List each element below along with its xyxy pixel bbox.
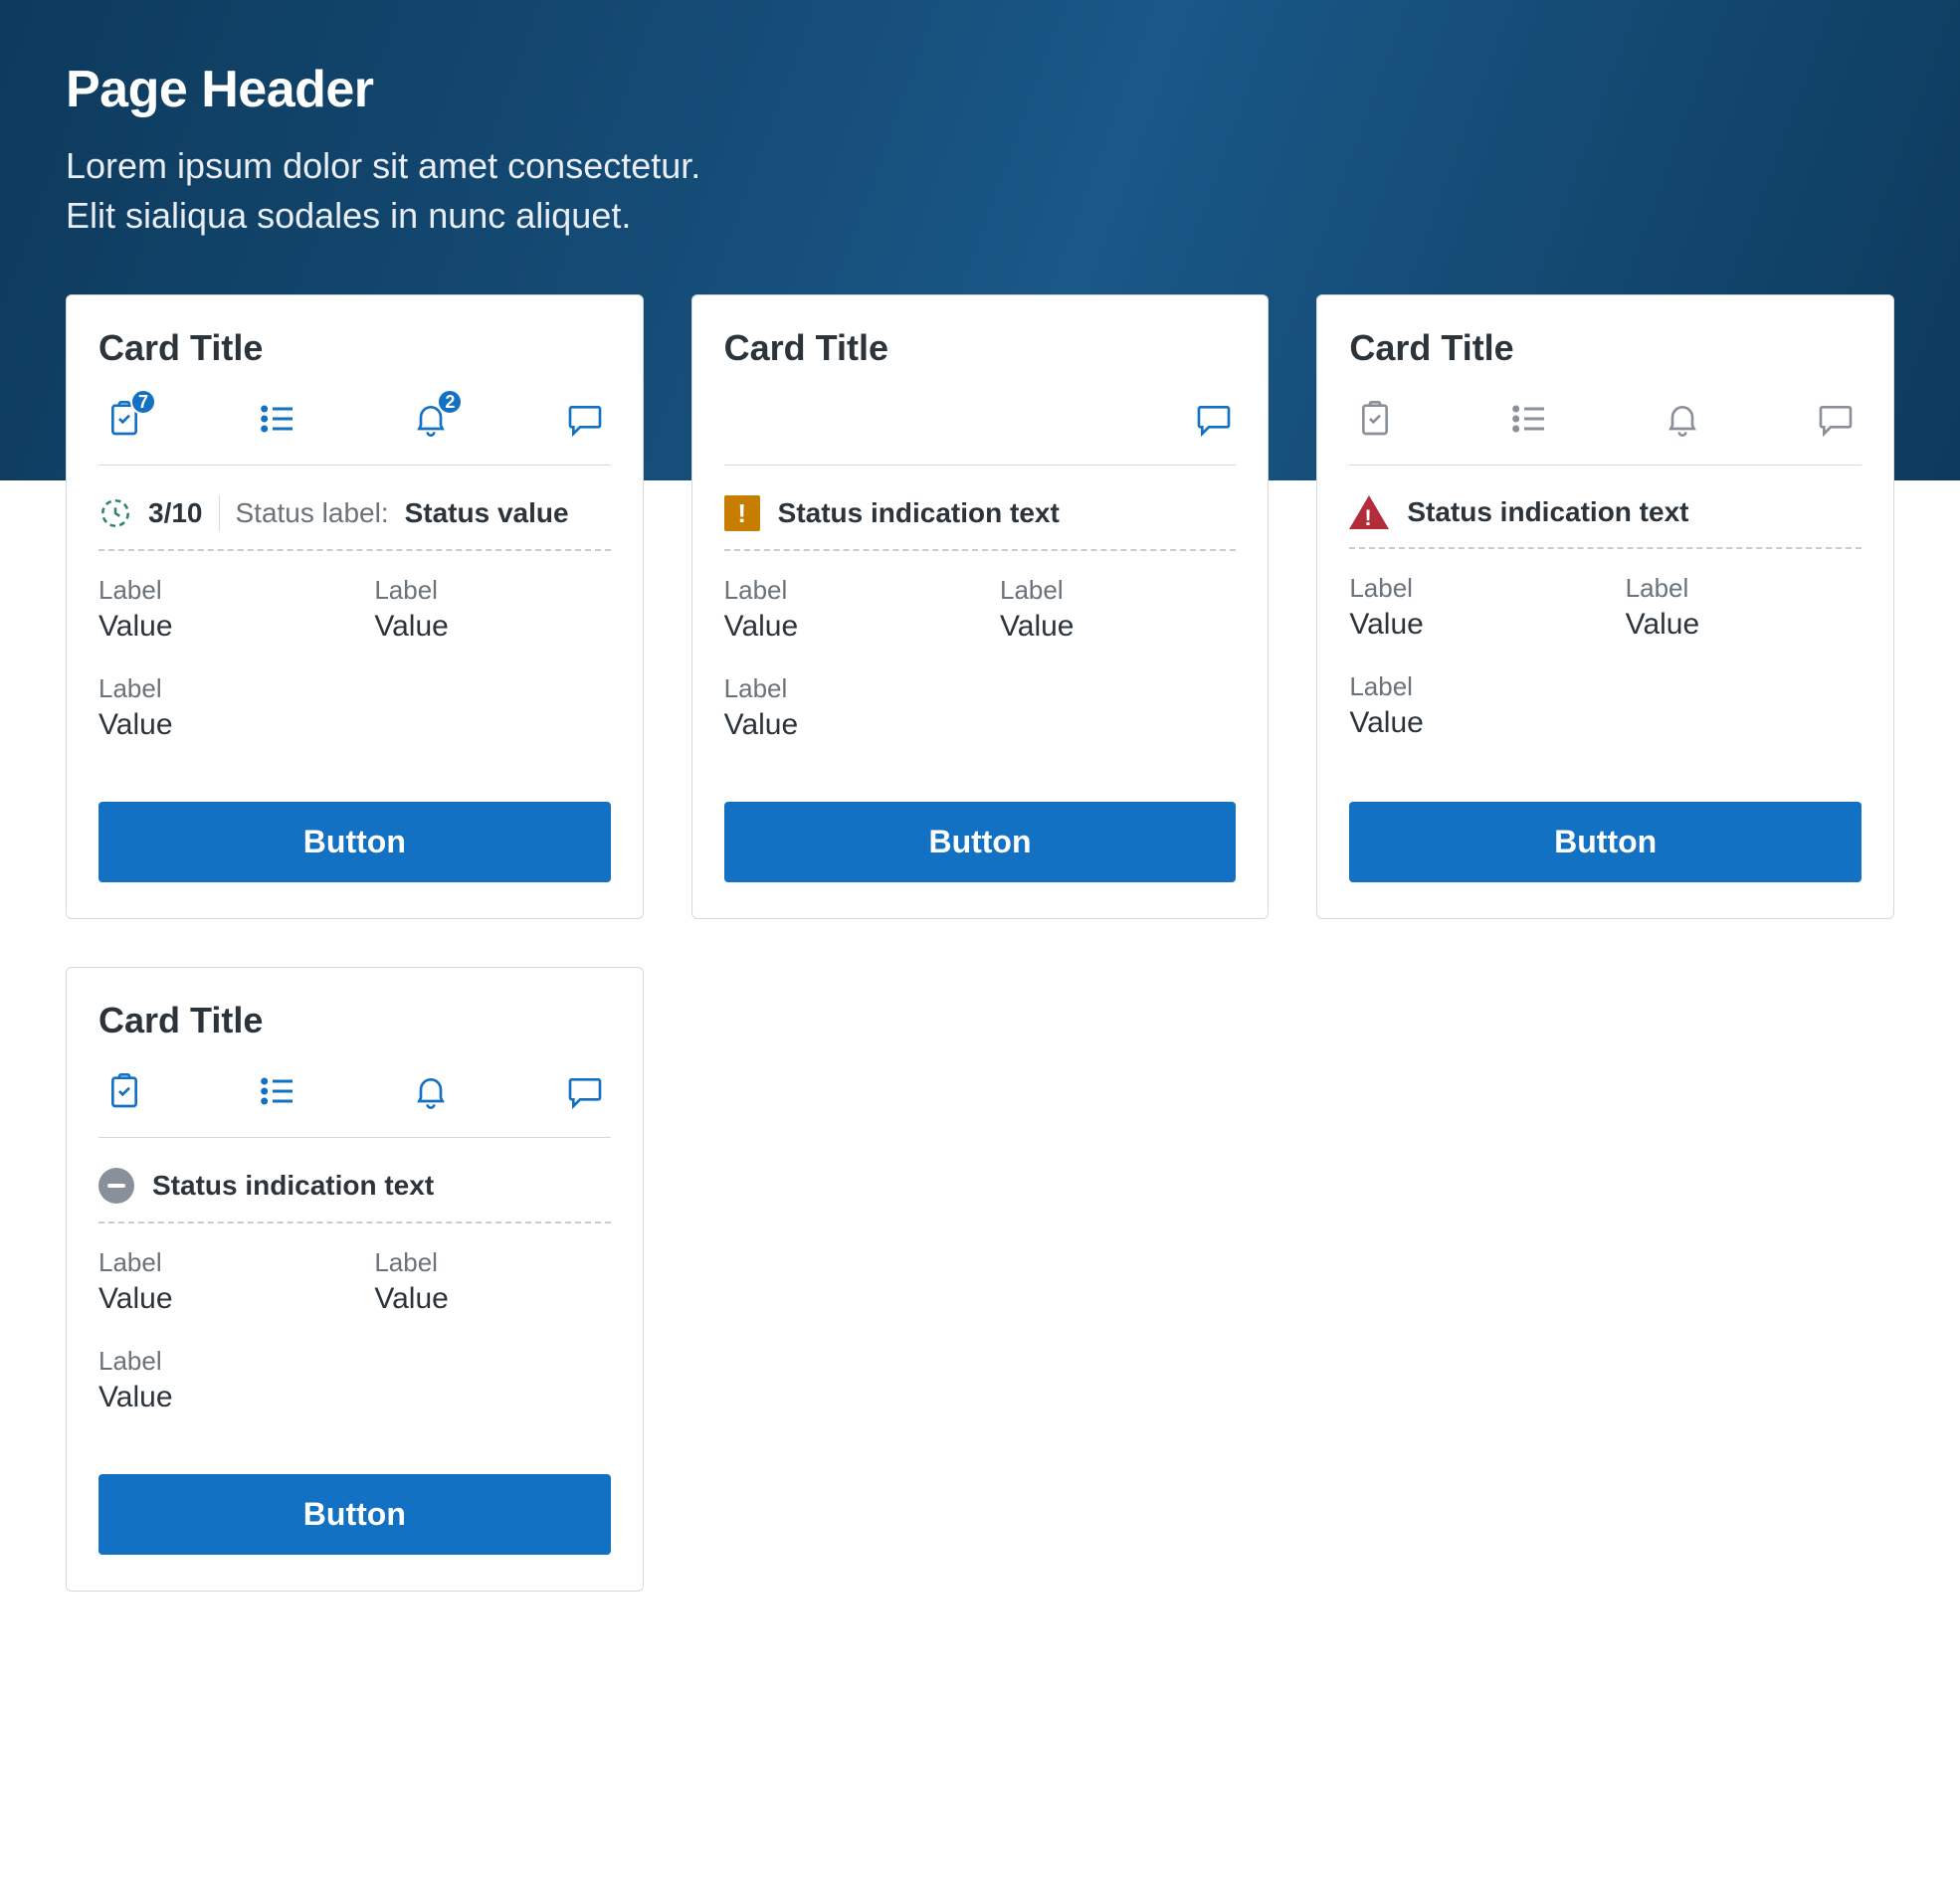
divider (1349, 465, 1862, 466)
card-action-button[interactable]: Button (1349, 802, 1862, 882)
card: Card Title 7 2 3/10 (66, 294, 644, 919)
bell-icon[interactable] (1661, 397, 1704, 441)
card-action-button[interactable]: Button (724, 802, 1237, 882)
card-title: Card Title (98, 327, 611, 369)
field-label: Label (98, 575, 334, 606)
page-title: Page Header (66, 60, 1894, 119)
progress-icon (98, 496, 132, 530)
field-label: Label (1000, 575, 1236, 606)
divider (98, 465, 611, 466)
list-icon[interactable] (1507, 397, 1551, 441)
card: Card Title Status indicati (1316, 294, 1894, 919)
error-icon (1349, 495, 1389, 529)
field-value: Value (1349, 608, 1585, 642)
card-title: Card Title (1349, 327, 1862, 369)
card-icon-row (1349, 397, 1862, 441)
cards-grid: Card Title 7 2 3/10 (66, 294, 1894, 1592)
neutral-icon (98, 1168, 134, 1204)
field-label: Label (374, 575, 610, 606)
field-value: Value (1000, 610, 1236, 644)
page-hero: Page Header Lorem ipsum dolor sit amet c… (0, 0, 1960, 480)
status-row: Status indication text (1349, 483, 1862, 549)
field-label: Label (98, 1346, 334, 1377)
clipboard-badge: 7 (130, 389, 156, 415)
status-text: Status indication text (778, 497, 1060, 529)
field-value: Value (374, 610, 610, 644)
field: Label Value (1626, 573, 1862, 642)
field-label: Label (98, 1247, 334, 1278)
bell-badge: 2 (437, 389, 463, 415)
field-value: Value (98, 610, 334, 644)
card-action-button[interactable]: Button (98, 1474, 611, 1555)
status-text: Status indication text (152, 1170, 434, 1202)
warning-icon: ! (724, 495, 760, 531)
divider (98, 1137, 611, 1138)
card-title: Card Title (724, 327, 1237, 369)
field: Label Value (1349, 573, 1585, 642)
status-row: ! Status indication text (724, 483, 1237, 551)
field-value: Value (1626, 608, 1862, 642)
comment-icon[interactable] (563, 1069, 607, 1113)
comment-icon[interactable] (563, 397, 607, 441)
field-label: Label (1626, 573, 1862, 604)
fields-grid: Label Value Label Value Label Value (98, 1247, 611, 1414)
status-row: Status indication text (98, 1156, 611, 1223)
field-label: Label (98, 673, 334, 704)
field-label: Label (724, 673, 960, 704)
field: Label Value (724, 673, 960, 742)
field: Label Value (98, 575, 334, 644)
status-label: Status label: (236, 497, 389, 529)
list-icon[interactable] (256, 1069, 299, 1113)
field-value: Value (98, 1381, 334, 1414)
field-value: Value (98, 1282, 334, 1316)
field: Label Value (374, 575, 610, 644)
clipboard-icon[interactable] (1353, 397, 1397, 441)
field-label: Label (1349, 671, 1585, 702)
card-action-button[interactable]: Button (98, 802, 611, 882)
status-text: Status indication text (1407, 496, 1688, 528)
comment-icon[interactable] (1814, 397, 1858, 441)
list-icon[interactable] (256, 397, 299, 441)
field-label: Label (1349, 573, 1585, 604)
divider (724, 465, 1237, 466)
fields-grid: Label Value Label Value Label Value (98, 575, 611, 742)
card: Card Title ! Status indication text Labe… (691, 294, 1270, 919)
card: Card Title Status indicati (66, 967, 644, 1592)
page-subtitle: Lorem ipsum dolor sit amet consectetur. … (66, 141, 1894, 242)
field: Label Value (1349, 671, 1585, 740)
field-label: Label (724, 575, 960, 606)
field: Label Value (374, 1247, 610, 1316)
clipboard-icon[interactable] (102, 1069, 146, 1113)
field-label: Label (374, 1247, 610, 1278)
bell-icon[interactable] (409, 1069, 453, 1113)
field-value: Value (1349, 706, 1585, 740)
field-value: Value (724, 610, 960, 644)
field: Label Value (98, 673, 334, 742)
field-value: Value (724, 708, 960, 742)
bell-icon[interactable]: 2 (409, 397, 453, 441)
card-icon-row (98, 1069, 611, 1113)
fields-grid: Label Value Label Value Label Value (1349, 573, 1862, 740)
field: Label Value (98, 1247, 334, 1316)
card-title: Card Title (98, 1000, 611, 1041)
field-value: Value (98, 708, 334, 742)
field: Label Value (724, 575, 960, 644)
fields-grid: Label Value Label Value Label Value (724, 575, 1237, 742)
clipboard-icon[interactable]: 7 (102, 397, 146, 441)
field: Label Value (98, 1346, 334, 1414)
progress-count: 3/10 (148, 497, 203, 529)
field-value: Value (374, 1282, 610, 1316)
comment-icon[interactable] (1192, 397, 1236, 441)
status-row: 3/10 Status label: Status value (98, 483, 611, 551)
card-icon-row: 7 2 (98, 397, 611, 441)
card-icon-row (724, 397, 1237, 441)
vertical-divider (219, 495, 220, 531)
status-value: Status value (405, 497, 569, 529)
field: Label Value (1000, 575, 1236, 644)
